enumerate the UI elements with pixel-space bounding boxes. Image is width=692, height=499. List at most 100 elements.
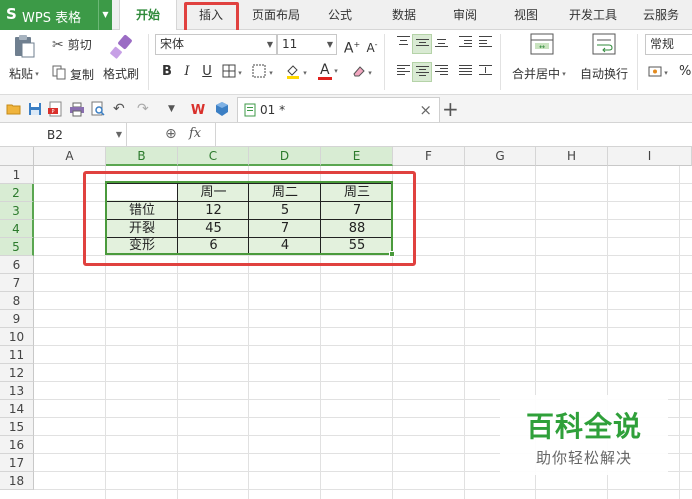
fx-area: ⊕ fx — [126, 123, 216, 147]
row-header-5[interactable]: 5 — [0, 238, 34, 256]
decrease-indent-icon[interactable] — [455, 34, 475, 54]
row-header-15[interactable]: 15 — [0, 418, 34, 436]
close-icon[interactable]: × — [419, 101, 432, 119]
name-box[interactable]: B2 ▼ — [0, 124, 126, 146]
number-format-select[interactable]: 常规 — [645, 34, 692, 55]
bold-button[interactable]: B — [157, 62, 177, 82]
save-icon[interactable] — [27, 101, 43, 117]
ribbon-toolbar: 粘贴 ▾ ✂ 剪切 复制 格式刷 宋体 ▼ 11 ▼ A+ A- B I U ▾… — [0, 30, 692, 95]
formula-input[interactable] — [216, 123, 692, 147]
print-preview-icon[interactable] — [90, 101, 106, 117]
align-middle-icon[interactable] — [412, 34, 432, 54]
column-header-f[interactable]: F — [393, 147, 465, 166]
cut-button[interactable]: ✂ 剪切 — [52, 36, 92, 53]
row-header-18[interactable]: 18 — [0, 472, 34, 490]
font-size-select[interactable]: 11 ▼ — [277, 34, 337, 55]
align-left-icon[interactable] — [393, 62, 413, 82]
app-menu-button[interactable]: S WPS 表格 ▼ — [0, 0, 112, 30]
clear-format-button[interactable]: ▾ — [352, 64, 372, 81]
chevron-down-icon: ▼ — [326, 40, 333, 49]
currency-format-button[interactable]: ▾ — [648, 64, 668, 81]
row-header-6[interactable]: 6 — [0, 256, 34, 274]
decrease-font-icon[interactable]: A- — [362, 35, 382, 55]
border-button[interactable]: ▾ — [222, 64, 242, 81]
open-folder-icon[interactable] — [6, 101, 22, 117]
scissors-icon: ✂ — [52, 36, 64, 53]
customize-dropdown-icon[interactable]: ▼ — [168, 104, 184, 120]
eraser-icon — [352, 64, 366, 81]
row-header-8[interactable]: 8 — [0, 292, 34, 310]
column-header-i[interactable]: I — [608, 147, 692, 166]
export-pdf-icon[interactable]: P — [48, 101, 64, 117]
tab-insert[interactable]: 插入 — [186, 0, 236, 30]
tab-cloud[interactable]: 云服务 — [636, 0, 686, 30]
wrap-text-button[interactable]: 自动换行 — [580, 65, 628, 82]
row-header-3[interactable]: 3 — [0, 202, 34, 220]
quick-access-toolbar: P ↶ ↷ ▼ W 01 * × + — [0, 95, 692, 123]
copy-button[interactable]: 复制 — [52, 65, 94, 83]
justify-icon[interactable] — [455, 62, 475, 82]
paste-icon[interactable] — [10, 34, 40, 58]
font-name-select[interactable]: 宋体 ▼ — [155, 34, 277, 55]
table-highlight-box — [83, 171, 416, 266]
row-header-9[interactable]: 9 — [0, 310, 34, 328]
tab-home[interactable]: 开始 — [119, 0, 177, 31]
row-header-11[interactable]: 11 — [0, 346, 34, 364]
tab-formulas[interactable]: 公式 — [318, 0, 362, 30]
chevron-down-icon[interactable]: ▼ — [116, 124, 122, 146]
align-bottom-icon[interactable] — [431, 34, 451, 54]
underline-button[interactable]: U — [197, 62, 217, 82]
column-header-g[interactable]: G — [465, 147, 536, 166]
column-header-b[interactable]: B — [106, 147, 178, 166]
add-tab-icon[interactable]: + — [442, 97, 459, 121]
align-top-icon[interactable] — [393, 34, 413, 54]
row-header-1[interactable]: 1 — [0, 166, 34, 184]
row-header-12[interactable]: 12 — [0, 364, 34, 382]
brush-icon[interactable] — [108, 34, 134, 60]
row-header-14[interactable]: 14 — [0, 400, 34, 418]
tab-view[interactable]: 视图 — [504, 0, 548, 30]
format-painter-label: 格式刷 — [103, 67, 140, 81]
tab-review[interactable]: 审阅 — [443, 0, 487, 30]
row-header-16[interactable]: 16 — [0, 436, 34, 454]
column-header-c[interactable]: C — [178, 147, 249, 166]
fx-icon[interactable]: fx — [189, 126, 201, 141]
merge-center-icon[interactable]: ↔ — [530, 33, 554, 55]
column-header-h[interactable]: H — [536, 147, 608, 166]
wps-w-icon[interactable]: W — [190, 101, 206, 118]
increase-font-icon[interactable]: A+ — [342, 35, 362, 57]
distributed-align-icon[interactable] — [475, 62, 495, 82]
row-header-17[interactable]: 17 — [0, 454, 34, 472]
row-header-7[interactable]: 7 — [0, 274, 34, 292]
format-painter-button[interactable]: 格式刷 — [103, 65, 139, 82]
undo-icon[interactable]: ↶ — [113, 101, 129, 117]
italic-button[interactable]: I — [177, 62, 197, 82]
tab-data[interactable]: 数据 — [382, 0, 426, 30]
highlight-color-button[interactable]: ▾ — [285, 63, 307, 82]
cube-icon[interactable] — [214, 101, 230, 117]
increase-indent-icon[interactable] — [475, 34, 495, 54]
document-tab[interactable]: 01 * × — [237, 97, 440, 122]
font-color-button[interactable]: A ▾ — [318, 62, 338, 80]
percent-button[interactable]: % — [679, 64, 691, 79]
print-icon[interactable] — [69, 101, 85, 117]
wrap-text-icon[interactable] — [592, 33, 616, 55]
redo-icon[interactable]: ↷ — [137, 101, 153, 117]
column-header-d[interactable]: D — [249, 147, 321, 166]
zoom-icon[interactable]: ⊕ — [165, 126, 177, 142]
align-center-icon[interactable] — [412, 62, 432, 82]
row-header-4[interactable]: 4 — [0, 220, 34, 238]
column-header-e[interactable]: E — [321, 147, 393, 166]
paste-button[interactable]: 粘贴 ▾ — [9, 65, 39, 82]
column-header-a[interactable]: A — [34, 147, 106, 166]
tab-page-layout[interactable]: 页面布局 — [245, 0, 307, 30]
select-all-corner[interactable] — [0, 147, 34, 166]
tab-developer[interactable]: 开发工具 — [562, 0, 624, 30]
chevron-down-icon[interactable]: ▼ — [98, 0, 112, 30]
align-right-icon[interactable] — [431, 62, 451, 82]
row-header-2[interactable]: 2 — [0, 184, 34, 202]
merge-center-button[interactable]: 合并居中 ▾ — [512, 65, 566, 82]
row-header-10[interactable]: 10 — [0, 328, 34, 346]
fill-pattern-button[interactable]: ▾ — [252, 64, 273, 81]
row-header-13[interactable]: 13 — [0, 382, 34, 400]
